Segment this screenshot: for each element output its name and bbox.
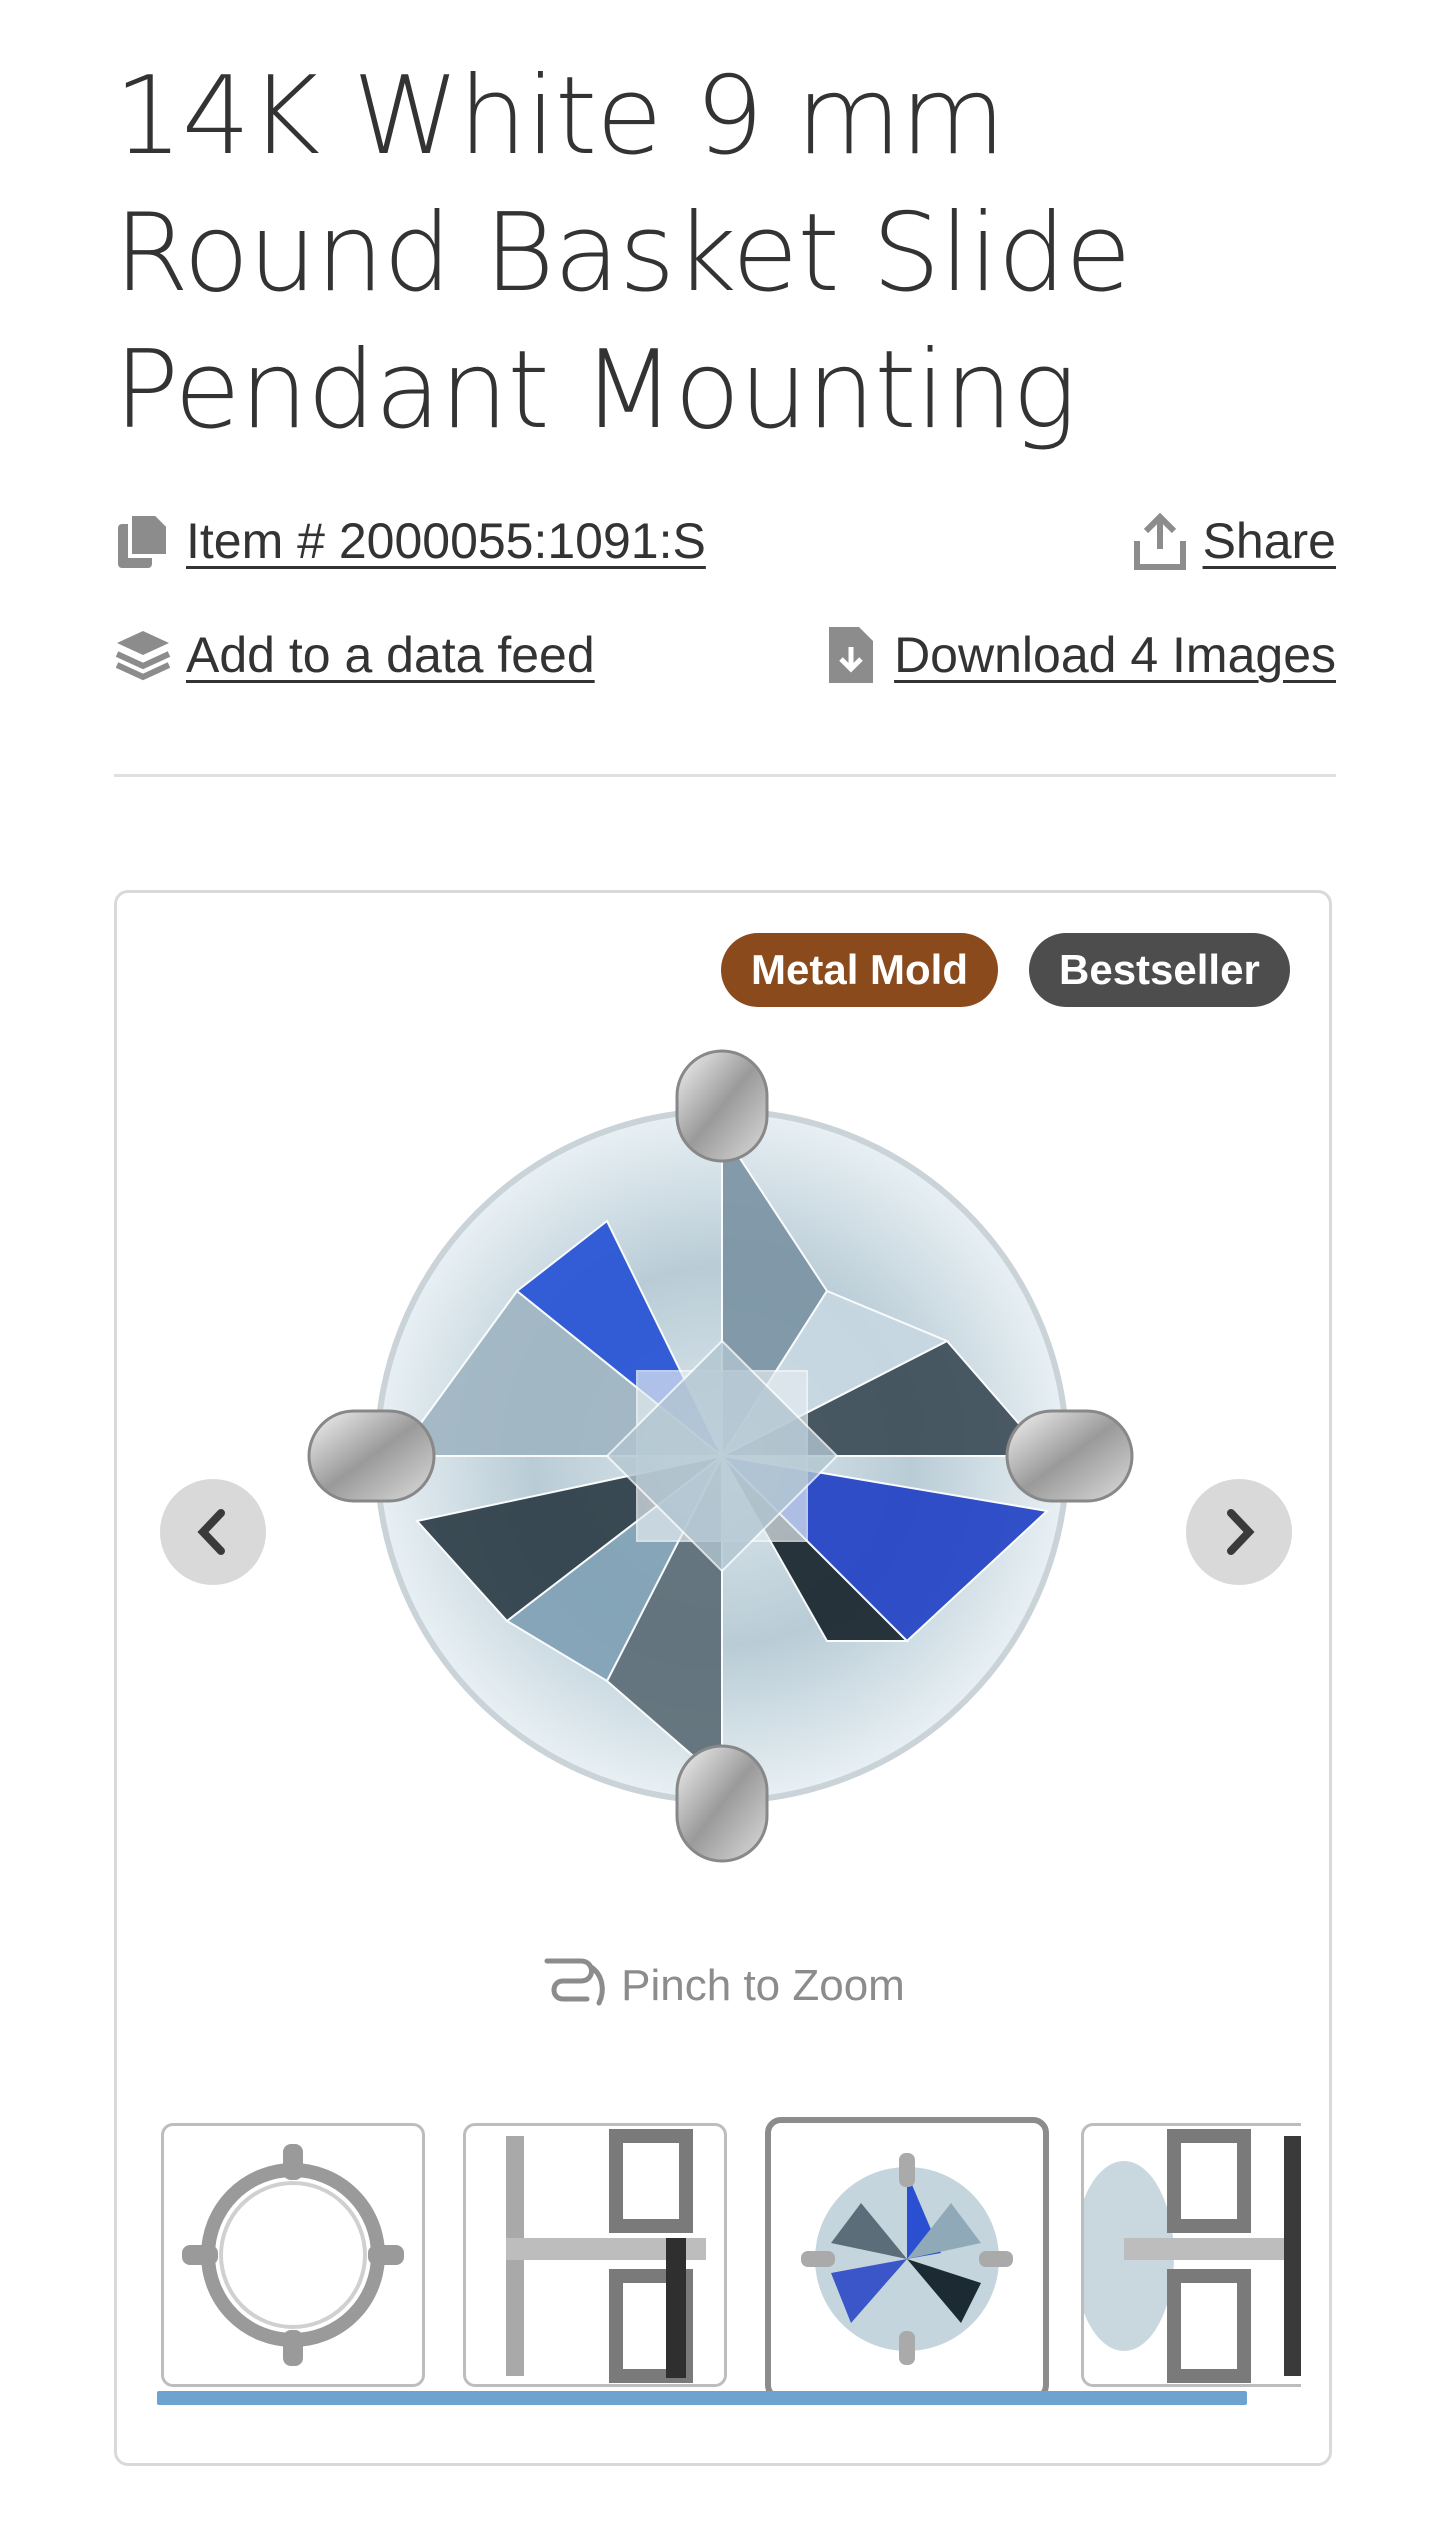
download-images-link[interactable]: Download 4 Images (822, 626, 1336, 684)
divider (114, 774, 1336, 777)
chevron-right-icon (1227, 1509, 1255, 1555)
zoom-hint: Pinch to Zoom (117, 1953, 1329, 2018)
share-icon (1131, 512, 1189, 570)
share-label: Share (1202, 513, 1336, 569)
thumbnail-3[interactable] (765, 2117, 1049, 2401)
image-gallery: Metal Mold Bestseller Pinch to Zoom (114, 890, 1332, 2466)
layers-icon (114, 626, 172, 684)
pinch-icon (541, 1953, 611, 2018)
zoom-hint-label: Pinch to Zoom (621, 1960, 905, 2010)
data-feed-label: Add to a data feed (186, 627, 595, 683)
item-number-label: Item # 2000055:1091:S (186, 513, 706, 569)
download-images-label: Download 4 Images (894, 627, 1336, 683)
share-link[interactable]: Share (1131, 512, 1336, 570)
chevron-left-icon (197, 1509, 225, 1555)
main-product-image[interactable] (307, 1041, 1137, 1871)
copy-icon (114, 512, 172, 570)
thumbnail-4[interactable] (1081, 2123, 1301, 2387)
previous-image-button[interactable] (160, 1479, 266, 1585)
thumbnail-strip[interactable] (161, 2113, 1301, 2403)
data-feed-link[interactable]: Add to a data feed (114, 626, 595, 684)
thumbnail-scrollbar[interactable] (157, 2391, 1247, 2405)
next-image-button[interactable] (1186, 1479, 1292, 1585)
thumbnail-1[interactable] (161, 2123, 425, 2387)
badge-metal-mold: Metal Mold (721, 933, 998, 1007)
thumbnail-2[interactable] (463, 2123, 727, 2387)
product-title: 14K White 9 mm Round Basket Slide Pendan… (114, 54, 1132, 453)
meta-row-2: Add to a data feed Download 4 Images (114, 626, 1336, 696)
meta-row-1: Item # 2000055:1091:S Share (114, 512, 1336, 582)
item-number-link[interactable]: Item # 2000055:1091:S (114, 512, 706, 570)
file-download-icon (822, 626, 880, 684)
badge-bestseller: Bestseller (1029, 933, 1290, 1007)
